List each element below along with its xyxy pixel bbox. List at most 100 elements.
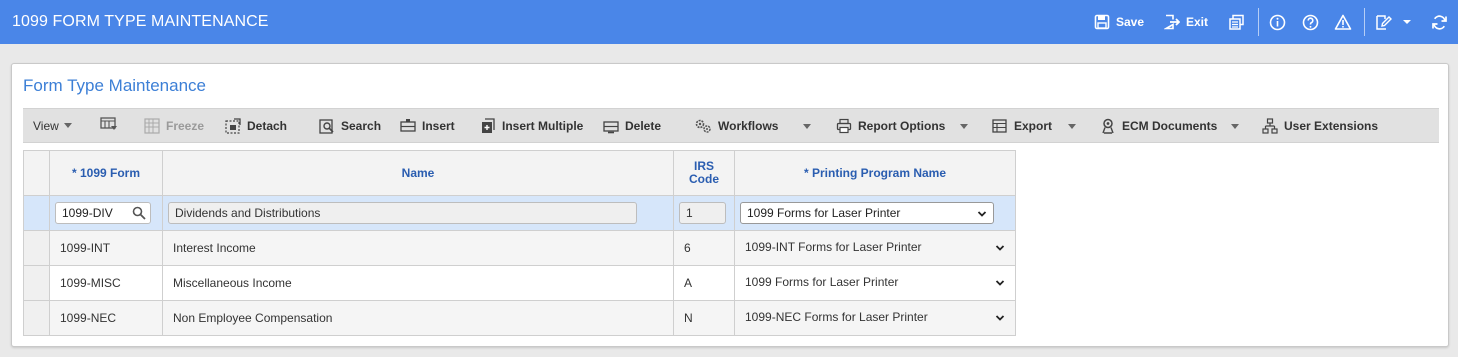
gears-icon [694,118,712,134]
refresh-button[interactable] [1431,12,1448,32]
info-icon [1269,14,1286,31]
grid-toolbar: View Freeze Detach Search Insert Insert … [23,108,1439,143]
program-cell[interactable]: 1099-NEC Forms for Laser Printer [734,300,1016,336]
exit-label: Exit [1186,15,1209,29]
save-icon [1094,14,1110,30]
chevron-down-icon[interactable] [995,277,1005,291]
insert-multiple-button[interactable]: Insert Multiple [480,109,583,142]
help-button[interactable] [1302,12,1319,32]
table-row[interactable]: 1099-INT Interest Income 6 1099-INT Form… [23,230,1016,266]
save-button[interactable]: Save [1094,12,1144,32]
chevron-down-icon[interactable] [1068,124,1076,129]
edit-icon [1375,14,1392,31]
insert-label: Insert [422,118,455,133]
help-icon [1302,14,1319,31]
row-selector[interactable] [23,230,50,266]
info-button[interactable] [1269,12,1286,32]
program-cell: 1099 Forms for Laser Printer [734,195,1016,231]
column-chooser-button[interactable] [100,109,118,142]
print-button[interactable] [1228,12,1245,32]
column-header-1099-form[interactable]: * 1099 Form [49,150,163,196]
irs-cell: 1 [673,195,735,231]
table-row[interactable]: 1099-NEC Non Employee Compensation N 109… [23,300,1016,336]
warning-button[interactable] [1334,12,1352,32]
printing-program-select[interactable]: 1099 Forms for Laser Printer [740,202,994,224]
hierarchy-icon [1262,117,1278,134]
report-options-label: Report Options [858,118,946,133]
irs-value: 1 [686,206,693,220]
form-value: 1099-DIV [62,206,113,220]
search-icon [319,118,335,134]
chevron-down-icon[interactable] [995,312,1005,326]
search-label: Search [341,118,382,133]
name-cell[interactable]: Interest Income [162,230,674,266]
name-cell: Dividends and Distributions [162,195,674,231]
form-cell[interactable]: 1099-INT [49,230,163,266]
irs-cell[interactable]: A [673,265,735,301]
detach-label: Detach [247,118,288,133]
row-selector[interactable] [23,300,50,336]
chevron-down-icon [977,208,987,222]
form-panel: Form Type Maintenance View Freeze Detach [11,63,1449,347]
program-value: 1099-INT Forms for Laser Printer [745,240,922,254]
chevron-down-icon[interactable] [995,242,1005,256]
ecm-documents-label: ECM Documents [1122,118,1218,133]
chevron-down-icon[interactable] [960,124,968,129]
form-type-grid: * 1099 Form Name IRS Code * Printing Prog… [23,150,1016,336]
insert-row-icon [400,118,416,134]
form-lookup-field[interactable]: 1099-DIV [55,202,151,224]
refresh-icon [1431,14,1448,31]
row-selector[interactable] [23,265,50,301]
header-row: * 1099 Form Name IRS Code * Printing Prog… [23,150,1016,196]
name-cell[interactable]: Non Employee Compensation [162,300,674,336]
app-title: 1099 FORM TYPE MAINTENANCE [12,13,269,30]
row-selector-header [23,150,50,196]
view-menu[interactable]: View [33,109,72,142]
freeze-button[interactable]: Freeze [144,109,204,142]
ecm-documents-menu[interactable]: ECM Documents [1100,109,1217,142]
column-header-name[interactable]: Name [162,150,674,196]
program-cell[interactable]: 1099 Forms for Laser Printer [734,265,1016,301]
search-button[interactable]: Search [319,109,381,142]
save-label: Save [1116,15,1145,29]
chevron-down-icon[interactable] [1231,124,1239,129]
irs-cell[interactable]: 6 [673,230,735,266]
form-cell[interactable]: 1099-NEC [49,300,163,336]
delete-label: Delete [625,118,662,133]
insert-multiple-label: Insert Multiple [502,118,584,133]
table-row[interactable]: 1099-MISC Miscellaneous Income A 1099 Fo… [23,265,1016,301]
workflows-menu[interactable]: Workflows [694,109,778,142]
printer-icon [836,118,852,134]
column-chooser-icon [100,116,118,135]
insert-button[interactable]: Insert [400,109,455,142]
delete-button[interactable]: Delete [603,109,661,142]
chevron-down-icon [1402,19,1412,26]
chevron-down-icon[interactable] [803,124,811,129]
name-field: Dividends and Distributions [168,202,637,224]
exit-icon [1164,14,1180,30]
exit-button[interactable]: Exit [1164,12,1208,32]
toolbar-divider [1258,8,1259,36]
workflows-label: Workflows [718,118,779,133]
row-selector[interactable] [23,195,50,231]
export-menu[interactable]: Export [992,109,1052,142]
report-options-menu[interactable]: Report Options [836,109,945,142]
chevron-down-icon [63,123,72,128]
form-cell[interactable]: 1099-MISC [49,265,163,301]
view-label: View [33,118,59,133]
user-extensions-button[interactable]: User Extensions [1262,109,1378,142]
name-cell[interactable]: Miscellaneous Income [162,265,674,301]
column-header-printing-program[interactable]: * Printing Program Name [734,150,1016,196]
irs-cell[interactable]: N [673,300,735,336]
detach-button[interactable]: Detach [225,109,287,142]
program-cell[interactable]: 1099-INT Forms for Laser Printer [734,230,1016,266]
irs-code-field: 1 [679,202,726,224]
name-value: Dividends and Distributions [175,206,321,220]
edit-menu-button[interactable] [1375,12,1412,32]
table-row[interactable]: 1099-DIV Dividends and Distributions 1 1… [23,195,1016,231]
column-header-irs-code[interactable]: IRS Code [673,150,735,196]
freeze-icon [144,117,160,134]
warning-icon [1334,14,1352,31]
export-icon [992,118,1008,134]
search-icon[interactable] [132,206,146,223]
